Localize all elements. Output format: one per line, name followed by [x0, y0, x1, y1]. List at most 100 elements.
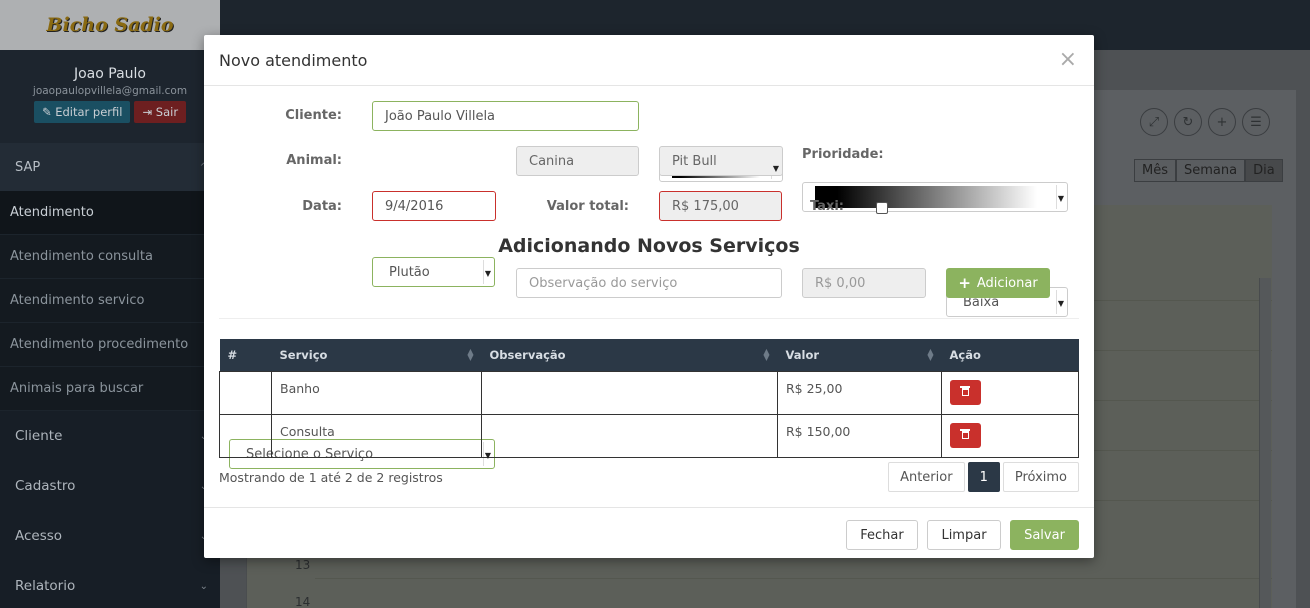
table-cell-number [219, 413, 272, 458]
new-appointment-modal: Novo atendimento × Cliente: João Paulo V… [204, 35, 1094, 558]
sidebar-section-label: SAP [15, 159, 41, 175]
view-week-button[interactable]: Semana [1176, 159, 1246, 182]
animal-select[interactable]: Plutão ▼ [372, 257, 495, 287]
prioridade-label: Prioridade: [802, 147, 884, 162]
plus-icon[interactable]: + [1208, 108, 1236, 136]
sidebar-item-relatorio[interactable]: Relatorio ⌄ [0, 561, 220, 608]
pagination-page-1[interactable]: 1 [967, 462, 1000, 492]
sidebar-item-animais-para-buscar[interactable]: Animais para buscar [0, 367, 220, 411]
sidebar-section-sap[interactable]: SAP ^ [0, 143, 220, 191]
service-observation-input[interactable]: Observação do serviço [516, 268, 782, 298]
column-header-servico[interactable]: Serviço ▲ ▼ [271, 339, 482, 371]
service-value-input[interactable]: R$ 0,00 [802, 268, 926, 298]
hour-label: 14 [295, 595, 311, 608]
column-header-valor[interactable]: Valor ▲ ▼ [777, 339, 942, 371]
expand-icon[interactable]: ⤢ [1140, 108, 1168, 136]
grid-line [315, 578, 1272, 579]
list-icon[interactable]: ☰ [1242, 108, 1270, 136]
divider [219, 318, 1079, 319]
sidebar-item-cliente[interactable]: Cliente⌄ [0, 411, 220, 461]
sidebar-item-label: Relatorio [15, 578, 76, 594]
species-field: Canina [516, 146, 639, 176]
taxi-checkbox[interactable] [876, 202, 888, 214]
column-header-number[interactable]: # [219, 339, 272, 371]
caret-down-icon: ▼ [484, 269, 491, 278]
view-day-button[interactable]: Dia [1245, 159, 1283, 182]
data-label: Data: [302, 199, 342, 214]
modal-footer: Fechar Limpar Salvar [204, 507, 1094, 558]
sidebar-item-atendimento-procedimento[interactable]: Atendimento procedimento [0, 323, 220, 367]
user-email: joaopaulopvillela@gmail.com [32, 85, 188, 97]
modal-title: Novo atendimento [219, 50, 368, 70]
color-swatch [815, 186, 1037, 208]
taxi-label: Taxi: [809, 199, 844, 214]
brand-logo[interactable]: Bicho Sadio [0, 0, 220, 50]
sidebar-item-atendimento-servico[interactable]: Atendimento servico [0, 279, 220, 323]
table-cell-valor: R$ 150,00 [777, 413, 942, 458]
column-header-label: Serviço [279, 347, 328, 362]
table-cell-servico: Consulta [271, 413, 482, 458]
services-table: # Serviço ▲ ▼ Observação ▲ ▼ Valor ▲ ▼ Ação Ba… [219, 339, 1079, 458]
close-button[interactable]: Fechar [846, 520, 918, 550]
table-row: Consulta R$ 150,00 [219, 413, 1079, 458]
table-cell-valor: R$ 25,00 [777, 370, 942, 415]
data-input[interactable]: 9/4/2016 [372, 191, 496, 221]
hour-label: 13 [295, 558, 311, 572]
view-month-button[interactable]: Mês [1134, 159, 1176, 182]
table-cell-observacao [481, 370, 778, 415]
sidebar-item-label: Cadastro [15, 478, 76, 494]
edit-profile-button[interactable]: ✎ Editar perfil [33, 101, 131, 123]
calendar-scrollbar[interactable] [1259, 278, 1271, 608]
logout-button[interactable]: ⇥ Sair [134, 101, 187, 123]
save-button[interactable]: Salvar [1010, 520, 1079, 550]
close-icon[interactable]: × [1059, 49, 1077, 71]
sidebar-item-label: Cliente [15, 428, 63, 444]
column-header-observacao[interactable]: Observação ▲ ▼ [481, 339, 778, 371]
sidebar: Bicho Sadio Joao Paulo joaopaulopvillela… [0, 0, 220, 608]
cliente-input[interactable]: João Paulo Villela [372, 101, 639, 131]
chevron-down-icon: ⌄ [199, 580, 208, 592]
table-cell-observacao [481, 413, 778, 458]
table-cell-servico: Banho [271, 370, 482, 415]
sort-icon: ▲ ▼ [763, 347, 770, 362]
add-service-label: Adicionar [976, 275, 1038, 291]
animal-select-value: Plutão [389, 264, 430, 280]
sidebar-item-label: Acesso [15, 528, 63, 544]
caret-down-icon: ▼ [1057, 299, 1064, 308]
add-service-button[interactable]: + Adicionar [946, 268, 1050, 298]
sidebar-item-acesso[interactable]: Acesso⌄ [0, 511, 220, 561]
column-header-label: # [227, 347, 238, 362]
edit-profile-label: Editar perfil [55, 105, 123, 119]
table-cell-number [219, 370, 272, 415]
logout-icon: ⇥ [142, 105, 153, 119]
column-header-acao: Ação [941, 339, 1079, 371]
table-row: Banho R$ 25,00 [219, 370, 1079, 415]
plus-icon: + [958, 274, 971, 292]
pagination-next[interactable]: Próximo [1002, 462, 1079, 492]
column-header-label: Ação [949, 347, 981, 362]
pencil-icon: ✎ [41, 105, 52, 119]
sort-icon: ▲ ▼ [927, 347, 934, 362]
sidebar-item-atendimento-consulta[interactable]: Atendimento consulta [0, 235, 220, 279]
delete-button[interactable] [950, 379, 981, 405]
table-cell-acao [941, 370, 1079, 415]
valor-total-label: Valor total: [546, 199, 629, 214]
sidebar-item-atendimento[interactable]: Atendimento [0, 191, 220, 235]
breed-field: Pit Bull [659, 146, 783, 176]
profile-panel: Joao Paulo joaopaulopvillela@gmail.com ✎… [0, 50, 220, 143]
column-header-label: Observação [489, 347, 566, 362]
calendar-view-switch: Mês Semana Dia [1134, 159, 1283, 182]
caret-down-icon: ▼ [484, 451, 491, 460]
user-name: Joao Paulo [73, 66, 146, 82]
clear-button[interactable]: Limpar [927, 520, 1001, 550]
table-cell-acao [941, 413, 1079, 458]
pagination-previous[interactable]: Anterior [888, 462, 965, 492]
services-section-title: Adicionando Novos Serviços [498, 235, 800, 257]
delete-button[interactable] [950, 422, 981, 448]
modal-header: Novo atendimento × [204, 35, 1094, 86]
valor-total-field: R$ 175,00 [659, 191, 782, 221]
animal-label: Animal: [286, 153, 342, 168]
table-info: Mostrando de 1 até 2 de 2 registros [219, 470, 443, 485]
sidebar-item-cadastro[interactable]: Cadastro⌄ [0, 461, 220, 511]
refresh-icon[interactable]: ↻ [1174, 108, 1202, 136]
